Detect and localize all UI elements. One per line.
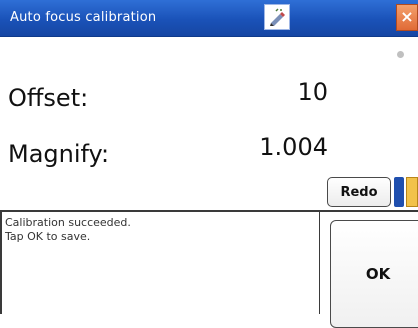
scroll-handle[interactable] [394,177,404,207]
pen-tool-icon[interactable] [264,4,290,30]
indicator-dot [397,51,404,58]
side-panel-tab[interactable] [406,177,418,207]
title-bar: Auto focus calibration × [0,0,418,37]
offset-value: 10 [297,78,328,106]
ok-button[interactable]: OK [330,220,418,328]
close-button[interactable]: × [396,4,418,31]
status-message-line-2: Tap OK to save. [5,230,91,243]
status-message-box: Calibration succeeded. Tap OK to save. [0,212,320,314]
redo-button[interactable]: Redo [327,177,391,207]
offset-label: Offset: [8,84,89,112]
window-title: Auto focus calibration [10,10,157,25]
status-message-line-1: Calibration succeeded. [5,216,131,229]
magnify-value: 1.004 [259,133,328,161]
close-icon: × [400,7,414,26]
magnify-label: Magnify: [8,140,110,168]
